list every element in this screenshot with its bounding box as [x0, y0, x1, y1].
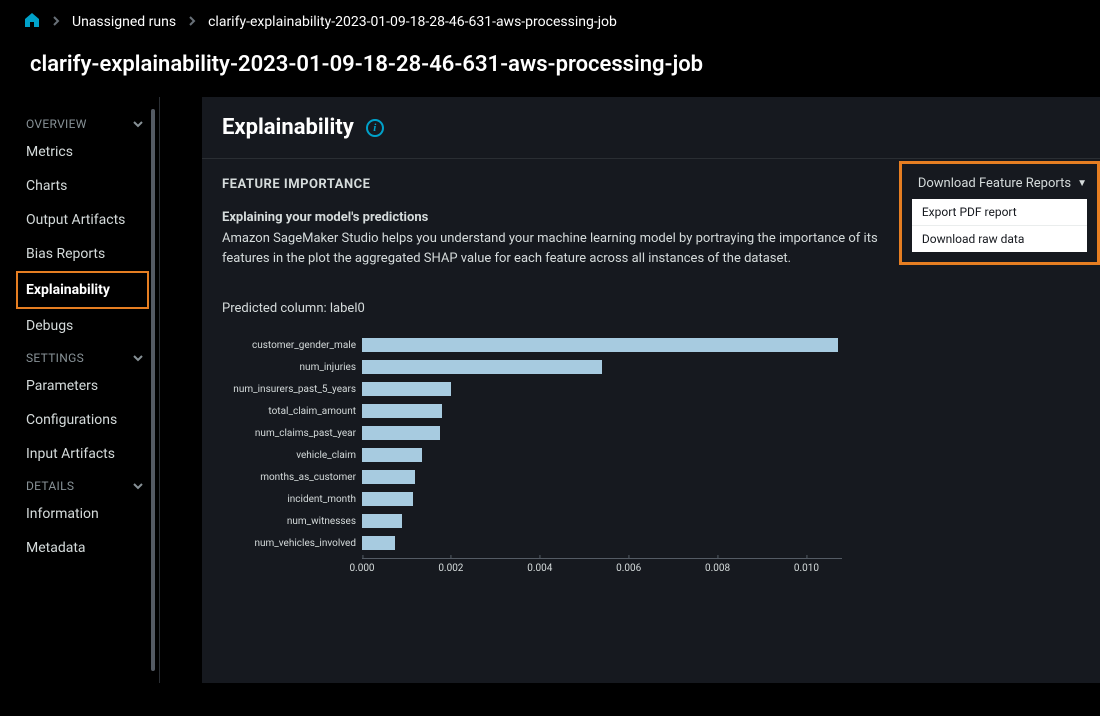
chart-label: num_vehicles_involved: [222, 538, 362, 549]
sidebar-item-output-artifacts[interactable]: Output Artifacts: [24, 203, 159, 237]
sidebar-item-explainability[interactable]: Explainability: [16, 271, 149, 309]
chart-label: num_insurers_past_5_years: [222, 384, 362, 395]
predicted-column: Predicted column: label0: [222, 301, 1080, 316]
chart-row: months_as_customer: [222, 466, 1080, 488]
content: Explainability i FEATURE IMPORTANCE Expl…: [160, 97, 1100, 683]
chart-track: [362, 535, 842, 551]
sidebar-item-bias-reports[interactable]: Bias Reports: [24, 237, 159, 271]
chart-track: [362, 337, 842, 353]
chart-row: total_claim_amount: [222, 400, 1080, 422]
sidebar-item-information[interactable]: Information: [24, 497, 159, 531]
feature-importance-chart: customer_gender_male num_injuries num_insu…: [222, 334, 1080, 578]
chart-label: vehicle_claim: [222, 450, 362, 461]
chart-tick: 0.008: [705, 559, 730, 574]
chart-bar: [362, 338, 838, 352]
chart-track: [362, 513, 842, 529]
sidebar-item-input-artifacts[interactable]: Input Artifacts: [24, 437, 159, 471]
panel-title: Explainability: [222, 115, 354, 140]
chart-label: total_claim_amount: [222, 406, 362, 417]
chevron-right-icon: [188, 15, 196, 29]
download-label: Download Feature Reports: [918, 176, 1071, 191]
sidebar-item-debugs[interactable]: Debugs: [24, 309, 159, 343]
chart-track: [362, 403, 842, 419]
chart-label: customer_gender_male: [222, 340, 362, 351]
chart-row: num_claims_past_year: [222, 422, 1080, 444]
chart-tick: 0.010: [794, 559, 819, 574]
breadcrumb-unassigned-runs[interactable]: Unassigned runs: [72, 14, 176, 30]
sidebar-item-configurations[interactable]: Configurations: [24, 403, 159, 437]
sidebar-section-label: SETTINGS: [26, 351, 84, 365]
description: Amazon SageMaker Studio helps you unders…: [222, 229, 902, 269]
chart-tick: 0.002: [438, 559, 463, 574]
panel-header: Explainability i: [202, 97, 1100, 159]
chevron-right-icon: [52, 15, 60, 29]
chart-bar: [362, 426, 440, 440]
chart-row: num_vehicles_involved: [222, 532, 1080, 554]
sidebar-section-settings[interactable]: SETTINGS: [24, 343, 159, 369]
chart-row: num_insurers_past_5_years: [222, 378, 1080, 400]
chart-bar: [362, 470, 415, 484]
chart-row: num_witnesses: [222, 510, 1080, 532]
chart-label: num_witnesses: [222, 516, 362, 527]
sidebar-section-label: DETAILS: [26, 479, 74, 493]
chart-label: num_injuries: [222, 362, 362, 373]
panel-body: FEATURE IMPORTANCE Explaining your model…: [202, 159, 1100, 683]
chart-bar: [362, 492, 413, 506]
chart-bar: [362, 404, 442, 418]
caret-down-icon: ▼: [1077, 178, 1087, 189]
sidebar-section-label: OVERVIEW: [26, 117, 87, 131]
chart-bar: [362, 448, 422, 462]
chart-bar: [362, 514, 402, 528]
chart-label: num_claims_past_year: [222, 428, 362, 439]
sidebar: OVERVIEW Metrics Charts Output Artifacts…: [0, 97, 160, 683]
chart-track: [362, 381, 842, 397]
chevron-down-icon: [133, 117, 143, 131]
dropdown-export-pdf[interactable]: Export PDF report: [912, 199, 1087, 226]
chart-bar: [362, 382, 451, 396]
sidebar-item-charts[interactable]: Charts: [24, 169, 159, 203]
sidebar-section-details[interactable]: DETAILS: [24, 471, 159, 497]
download-trigger[interactable]: Download Feature Reports ▼: [912, 174, 1087, 199]
home-icon[interactable]: [24, 12, 40, 32]
explainability-panel: Explainability i FEATURE IMPORTANCE Expl…: [202, 97, 1100, 683]
breadcrumb-current[interactable]: clarify-explainability-2023-01-09-18-28-…: [208, 14, 617, 30]
dropdown-download-raw[interactable]: Download raw data: [912, 226, 1087, 252]
download-dropdown: Export PDF report Download raw data: [912, 199, 1087, 252]
chart-row: vehicle_claim: [222, 444, 1080, 466]
info-icon[interactable]: i: [366, 119, 384, 137]
chevron-down-icon: [133, 351, 143, 365]
sidebar-section-overview[interactable]: OVERVIEW: [24, 109, 159, 135]
chart-track: [362, 359, 842, 375]
page-title: clarify-explainability-2023-01-09-18-28-…: [0, 44, 1100, 97]
chart-label: incident_month: [222, 494, 362, 505]
download-feature-reports: Download Feature Reports ▼ Export PDF re…: [899, 161, 1100, 265]
chevron-down-icon: [133, 479, 143, 493]
chart-track: [362, 491, 842, 507]
chart-track: [362, 425, 842, 441]
sidebar-item-parameters[interactable]: Parameters: [24, 369, 159, 403]
sidebar-item-metrics[interactable]: Metrics: [24, 135, 159, 169]
chart-bar: [362, 360, 602, 374]
chart-axis: 0.0000.0020.0040.0060.0080.010: [362, 558, 842, 578]
breadcrumb: Unassigned runs clarify-explainability-2…: [0, 0, 1100, 44]
chart-row: num_injuries: [222, 356, 1080, 378]
chart-tick: 0.006: [616, 559, 641, 574]
chart-tick: 0.004: [527, 559, 552, 574]
chart-track: [362, 469, 842, 485]
chart-bar: [362, 536, 395, 550]
chart-track: [362, 447, 842, 463]
chart-tick: 0.000: [349, 559, 374, 574]
chart-row: incident_month: [222, 488, 1080, 510]
chart-label: months_as_customer: [222, 472, 362, 483]
chart-row: customer_gender_male: [222, 334, 1080, 356]
sidebar-item-metadata[interactable]: Metadata: [24, 531, 159, 565]
